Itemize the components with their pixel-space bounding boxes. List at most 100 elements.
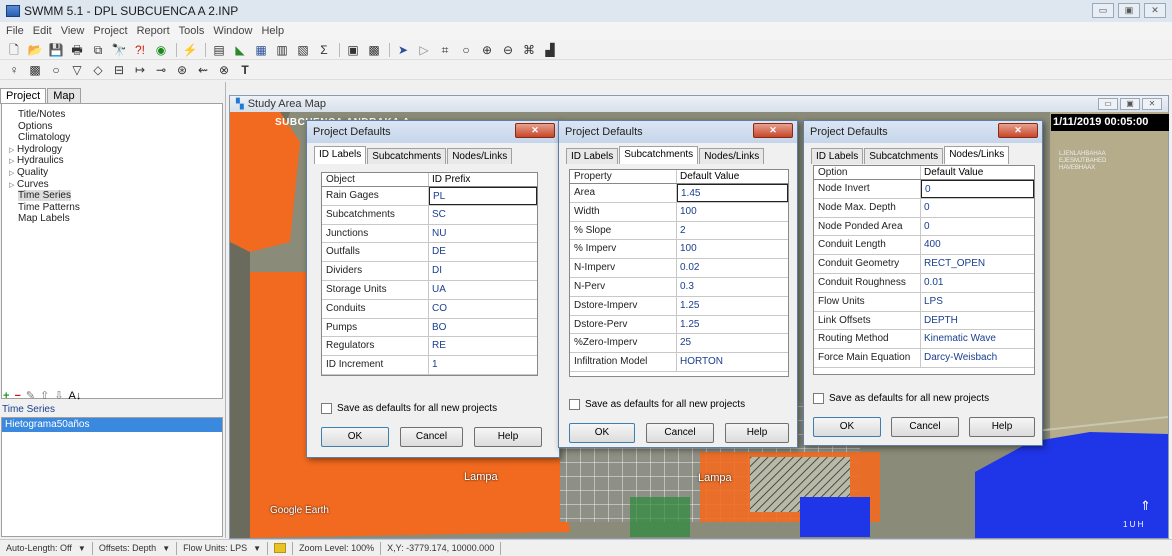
edit-object-icon[interactable]: ✎ bbox=[26, 390, 35, 402]
grid-row[interactable]: Regulators RE bbox=[322, 337, 537, 357]
move-down-icon[interactable]: ⇩ bbox=[54, 390, 63, 402]
weir-icon[interactable]: ⇜ bbox=[195, 62, 211, 78]
checkbox-box[interactable] bbox=[813, 393, 824, 404]
tree-item-quality[interactable]: ▷ Quality bbox=[9, 167, 222, 179]
region-icon[interactable]: ⌗ bbox=[437, 42, 453, 58]
save-defaults-checkbox[interactable]: Save as defaults for all new projects bbox=[813, 393, 989, 404]
find-icon[interactable]: 🔭 bbox=[111, 42, 127, 58]
measure-icon[interactable]: ▩ bbox=[366, 42, 382, 58]
add-object-icon[interactable]: + bbox=[3, 390, 9, 402]
delete-object-icon[interactable]: − bbox=[14, 390, 20, 402]
subcatchment-area[interactable] bbox=[230, 112, 300, 252]
tab-id-labels[interactable]: ID Labels bbox=[314, 146, 367, 164]
tree-item-options[interactable]: Options bbox=[18, 121, 222, 133]
expand-icon[interactable]: ▷ bbox=[9, 168, 17, 180]
help-button[interactable]: Help bbox=[474, 427, 542, 447]
pan-icon[interactable]: ○ bbox=[458, 42, 474, 58]
ok-button[interactable]: OK bbox=[321, 427, 389, 447]
tab-nodes-links[interactable]: Nodes/Links bbox=[944, 146, 1010, 164]
grid-row[interactable]: % Slope 2 bbox=[570, 221, 788, 241]
dialog-close-button[interactable]: ✕ bbox=[753, 123, 793, 138]
outfall-icon[interactable]: ▽ bbox=[69, 62, 85, 78]
auto-length-dropdown[interactable]: Auto-Length: Off ▼ bbox=[0, 541, 93, 555]
grid-row[interactable]: Width 100 bbox=[570, 202, 788, 222]
grid-row[interactable]: Outfalls DE bbox=[322, 243, 537, 263]
ok-button[interactable]: OK bbox=[813, 417, 881, 437]
junction-icon[interactable]: ○ bbox=[48, 62, 64, 78]
subcatchment-icon[interactable]: ▩ bbox=[27, 62, 43, 78]
chart-icon[interactable]: ▟ bbox=[542, 42, 558, 58]
tree-item-hydrology[interactable]: ▷ Hydrology bbox=[9, 144, 222, 156]
chevron-down-icon[interactable]: ▼ bbox=[78, 544, 86, 553]
cancel-button[interactable]: Cancel bbox=[891, 417, 959, 437]
expand-icon[interactable]: ▷ bbox=[9, 180, 17, 192]
vertex-icon[interactable]: ▷ bbox=[416, 42, 432, 58]
grid-row[interactable]: Dstore-Imperv 1.25 bbox=[570, 296, 788, 316]
save-icon[interactable]: 💾 bbox=[48, 42, 64, 58]
tab-subcatchments[interactable]: Subcatchments bbox=[619, 146, 699, 164]
table-icon[interactable]: ▤ bbox=[211, 42, 227, 58]
tree-item-title-notes[interactable]: Title/Notes bbox=[18, 109, 222, 121]
offsets-dropdown[interactable]: Offsets: Depth ▼ bbox=[93, 541, 178, 555]
statistics-icon[interactable]: ▥ bbox=[274, 42, 290, 58]
grid-row[interactable]: Node Invert 0 bbox=[814, 180, 1034, 199]
map-close-button[interactable]: ✕ bbox=[1142, 98, 1162, 110]
dialog-close-button[interactable]: ✕ bbox=[515, 123, 555, 138]
grid-row[interactable]: Conduit Roughness 0.01 bbox=[814, 273, 1034, 293]
grid-row[interactable]: Infiltration Model HORTON bbox=[570, 353, 788, 372]
grid-row[interactable]: Storage Units UA bbox=[322, 280, 537, 300]
menu-view[interactable]: View bbox=[61, 25, 85, 37]
rain-gage-icon[interactable]: ♀ bbox=[6, 62, 22, 78]
grid-row[interactable]: Conduit Geometry RECT_OPEN bbox=[814, 255, 1034, 274]
grid-row[interactable]: % Imperv 100 bbox=[570, 240, 788, 260]
tree-item-climatology[interactable]: Climatology bbox=[18, 132, 222, 144]
tab-project[interactable]: Project bbox=[0, 88, 47, 104]
help-button[interactable]: Help bbox=[969, 417, 1035, 437]
options-icon[interactable]: Σ bbox=[316, 42, 332, 58]
tree-item-map-labels[interactable]: Map Labels bbox=[18, 213, 222, 225]
list-item[interactable]: Hietograma50años bbox=[2, 418, 222, 432]
query-icon[interactable]: ?! bbox=[132, 42, 148, 58]
menu-file[interactable]: File bbox=[6, 25, 24, 37]
save-defaults-checkbox[interactable]: Save as defaults for all new projects bbox=[321, 403, 497, 414]
menu-project[interactable]: Project bbox=[93, 25, 127, 37]
tab-subcatchments[interactable]: Subcatchments bbox=[864, 148, 944, 164]
tree-item-time-series[interactable]: Time Series bbox=[18, 190, 222, 202]
grid-row[interactable]: Pumps BO bbox=[322, 318, 537, 338]
minimize-button[interactable]: ▭ bbox=[1092, 3, 1114, 18]
menu-tools[interactable]: Tools bbox=[179, 25, 205, 37]
flow-units-dropdown[interactable]: Flow Units: LPS ▼ bbox=[177, 541, 269, 555]
expand-icon[interactable]: ▷ bbox=[9, 145, 17, 157]
move-up-icon[interactable]: ⇧ bbox=[40, 390, 49, 402]
map-minimize-button[interactable]: ▭ bbox=[1098, 98, 1118, 110]
chevron-down-icon[interactable]: ▼ bbox=[253, 544, 261, 553]
grid-row[interactable]: Routing Method Kinematic Wave bbox=[814, 330, 1034, 350]
outlet-icon[interactable]: ⊗ bbox=[216, 62, 232, 78]
grid-row[interactable]: %Zero-Imperv 25 bbox=[570, 334, 788, 354]
grid-row[interactable]: Dividers DI bbox=[322, 262, 537, 281]
help-button[interactable]: Help bbox=[725, 423, 789, 443]
graph-icon[interactable]: ▦ bbox=[253, 42, 269, 58]
sort-icon[interactable]: A↓ bbox=[69, 390, 82, 402]
grid-row[interactable]: Conduits CO bbox=[322, 299, 537, 319]
run-icon[interactable]: ⚡ bbox=[182, 42, 198, 58]
profile-icon[interactable]: ◣ bbox=[232, 42, 248, 58]
orifice-icon[interactable]: ⊛ bbox=[174, 62, 190, 78]
tab-id-labels[interactable]: ID Labels bbox=[566, 148, 619, 164]
save-defaults-checkbox[interactable]: Save as defaults for all new projects bbox=[569, 399, 745, 410]
map-restore-button[interactable]: ▣ bbox=[1120, 98, 1140, 110]
grid-row[interactable]: Rain Gages PL bbox=[322, 187, 537, 206]
menu-window[interactable]: Window bbox=[213, 25, 252, 37]
hatched-subcatchment[interactable] bbox=[790, 457, 850, 497]
water-area[interactable] bbox=[800, 497, 870, 537]
dialog-close-button[interactable]: ✕ bbox=[998, 123, 1038, 138]
zoom-in-icon[interactable]: ⊕ bbox=[479, 42, 495, 58]
grid-row[interactable]: ID Increment 1 bbox=[322, 356, 537, 375]
tab-id-labels[interactable]: ID Labels bbox=[811, 148, 864, 164]
maximize-button[interactable]: ▣ bbox=[1118, 3, 1140, 18]
menu-help[interactable]: Help bbox=[261, 25, 284, 37]
menu-report[interactable]: Report bbox=[137, 25, 170, 37]
cancel-button[interactable]: Cancel bbox=[400, 427, 463, 447]
grid-row[interactable]: Force Main Equation Darcy-Weisbach bbox=[814, 349, 1034, 368]
divider-icon[interactable]: ◇ bbox=[90, 62, 106, 78]
